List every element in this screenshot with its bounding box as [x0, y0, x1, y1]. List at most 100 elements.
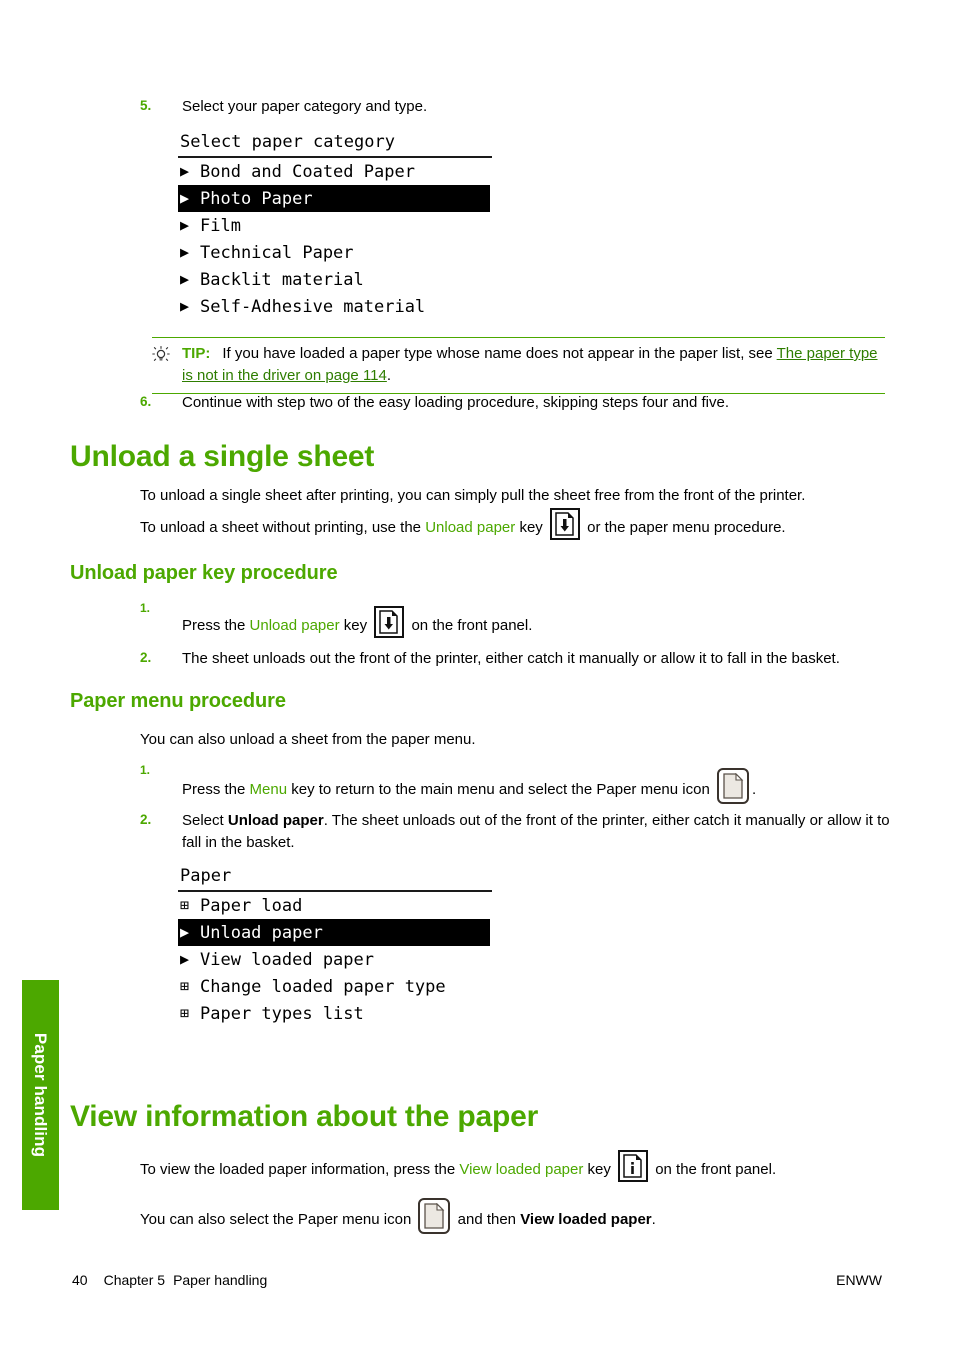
view-information-paragraph-2: You can also select the Paper menu icon …: [140, 1198, 920, 1234]
para1-after: on the front panel.: [651, 1161, 777, 1178]
unload-key-step-1-number: 1.: [140, 601, 151, 615]
paper-menu-procedure-intro: You can also unload a sheet from the pap…: [140, 731, 476, 748]
unload-key-step-2-number: 2.: [140, 650, 152, 665]
paper-menu-icon[interactable]: [418, 1198, 451, 1234]
list-item-paper-menu-step-1: 1. Press the Menu key to return to the m…: [140, 760, 920, 804]
list-item-step-5: 5. Select your paper category and type.: [140, 96, 900, 118]
page-footer: 40 Chapter 5 Paper handling ENWW: [72, 1272, 882, 1288]
arrow-right-icon: ▶: [180, 923, 190, 941]
arrow-right-icon: ▶: [180, 270, 190, 288]
paper-menu-panel: Paper ⊞ Paper load ▶ Unload paper ▶ View…: [178, 866, 492, 1027]
step-6-text: Continue with step two of the easy loadi…: [182, 394, 729, 411]
unload-paper-key-name: Unload paper: [249, 617, 340, 634]
list-item-unload-key-step-2: 2. The sheet unloads out the front of th…: [140, 648, 900, 670]
paper-category-item-label: Film: [200, 215, 241, 236]
paper-category-item-film[interactable]: ▶ Film: [178, 212, 490, 239]
paper-menu-step-2-text: Select Unload paper. The sheet unloads o…: [182, 810, 900, 854]
step-5-text: Select your paper category and type.: [182, 98, 428, 115]
unload-single-sheet-paragraph-2: To unload a sheet without printing, use …: [140, 508, 900, 540]
paper-menu-title: Paper: [178, 866, 492, 892]
unload-paper-key-name: Unload paper: [425, 519, 516, 536]
arrow-right-icon: ▶: [180, 243, 190, 261]
paper-category-menu-title: Select paper category: [178, 132, 492, 158]
menu-key-name: Menu: [249, 781, 288, 798]
lightbulb-icon: [152, 343, 182, 369]
list-item-paper-menu-step-2: 2. Select Unload paper. The sheet unload…: [140, 810, 900, 854]
paper-menu-item-view-loaded-paper[interactable]: ▶ View loaded paper: [178, 946, 490, 973]
paper-category-item-backlit[interactable]: ▶ Backlit material: [178, 266, 490, 293]
step-text-after: .: [751, 781, 757, 798]
paper-menu-item-change-loaded-paper-type[interactable]: ⊞ Change loaded paper type: [178, 973, 490, 1000]
step-5-number: 5.: [140, 98, 152, 113]
tip-text-after: .: [386, 367, 392, 384]
paper-category-menu: Select paper category ▶ Bond and Coated …: [178, 132, 492, 320]
unload-single-sheet-paragraph-1: To unload a single sheet after printing,…: [140, 487, 806, 504]
footer-page-number: 40: [72, 1272, 88, 1288]
tip-label: TIP:: [182, 345, 211, 362]
arrow-right-icon: ▶: [180, 216, 190, 234]
tip-text: TIP: If you have loaded a paper type whos…: [182, 343, 885, 387]
paper-menu-item-label: Paper types list: [200, 1003, 364, 1024]
list-item-step-6: 6. Continue with step two of the easy lo…: [140, 392, 900, 414]
paper-category-item-bond[interactable]: ▶ Bond and Coated Paper: [178, 158, 490, 185]
para2-mid: key: [515, 519, 547, 536]
step-text-before: Select: [182, 812, 228, 829]
paper-menu-step-2-number: 2.: [140, 812, 152, 827]
step-6-number: 6.: [140, 394, 152, 409]
paper-category-item-photo[interactable]: ▶ Photo Paper: [178, 185, 490, 212]
paper-category-item-label: Technical Paper: [200, 242, 354, 263]
document-page: 5. Select your paper category and type. …: [0, 0, 954, 1350]
paper-category-item-label: Bond and Coated Paper: [200, 161, 415, 182]
para2-mid: and then: [453, 1211, 521, 1228]
subheading-unload-paper-key-procedure: Unload paper key procedure: [70, 562, 338, 584]
para2-after: .: [651, 1211, 656, 1228]
arrow-right-icon: ▶: [180, 189, 190, 207]
step-text-mid: key: [339, 617, 372, 634]
paper-menu-step-1-number: 1.: [140, 763, 151, 777]
unload-paper-key-icon[interactable]: [374, 606, 405, 638]
para2-after: or the paper menu procedure.: [582, 519, 786, 536]
paper-category-item-self-adhesive[interactable]: ▶ Self-Adhesive material: [178, 293, 490, 320]
para2-before: To unload a sheet without printing, use …: [140, 519, 426, 536]
paper-category-item-label: Photo Paper: [200, 188, 313, 209]
para1-before: To view the loaded paper information, pr…: [140, 1161, 460, 1178]
footer-locale-code: ENWW: [836, 1272, 882, 1288]
para1-mid: key: [583, 1161, 616, 1178]
arrow-right-icon: ▶: [180, 162, 190, 180]
unload-paper-key-icon[interactable]: [549, 508, 580, 540]
paper-menu-item-label: View loaded paper: [200, 949, 374, 970]
view-loaded-paper-emphasis: View loaded paper: [520, 1211, 652, 1228]
unload-paper-emphasis: Unload paper: [227, 812, 324, 829]
tip-callout: TIP: If you have loaded a paper type whos…: [152, 337, 885, 394]
paper-category-item-label: Self-Adhesive material: [200, 296, 426, 317]
paper-menu-item-unload-paper[interactable]: ▶ Unload paper: [178, 919, 490, 946]
step-text-after: on the front panel.: [407, 617, 533, 634]
paper-menu-item-label: Paper load: [200, 895, 303, 916]
arrow-right-icon: ▶: [180, 950, 190, 968]
plus-box-icon: ⊞: [180, 1004, 190, 1022]
view-loaded-paper-key-name: View loaded paper: [459, 1161, 584, 1178]
para2-before: You can also select the Paper menu icon: [140, 1211, 416, 1228]
paper-menu-item-paper-types-list[interactable]: ⊞ Paper types list: [178, 1000, 490, 1027]
footer-chapter-title: Paper handling: [173, 1272, 268, 1288]
step-text-before: Press the: [182, 617, 250, 634]
list-item-unload-key-step-1: 1. Press the Unload paper key on the fro…: [140, 598, 900, 638]
unload-key-step-1-text: Press the Unload paper key on the front …: [182, 598, 532, 638]
plus-box-icon: ⊞: [180, 977, 190, 995]
step-text-before: Press the: [182, 781, 250, 798]
page-title-unload-single-sheet: Unload a single sheet: [70, 440, 375, 473]
subheading-paper-menu-procedure: Paper menu procedure: [70, 690, 286, 712]
paper-menu-item-paper-load[interactable]: ⊞ Paper load: [178, 892, 490, 919]
unload-key-step-2-text: The sheet unloads out the front of the p…: [182, 650, 840, 667]
arrow-right-icon: ▶: [180, 297, 190, 315]
view-information-paragraph-1: To view the loaded paper information, pr…: [140, 1150, 920, 1182]
tip-text-before: If you have loaded a paper type whose na…: [222, 345, 777, 362]
footer-chapter: Chapter 5: [103, 1272, 166, 1288]
paper-category-item-label: Backlit material: [200, 269, 364, 290]
paper-menu-icon[interactable]: [716, 768, 749, 804]
paper-category-item-technical[interactable]: ▶ Technical Paper: [178, 239, 490, 266]
paper-menu-item-label: Unload paper: [200, 922, 323, 943]
page-title-view-information: View information about the paper: [70, 1100, 539, 1133]
plus-box-icon: ⊞: [180, 896, 190, 914]
view-loaded-paper-key-icon[interactable]: [618, 1150, 649, 1182]
